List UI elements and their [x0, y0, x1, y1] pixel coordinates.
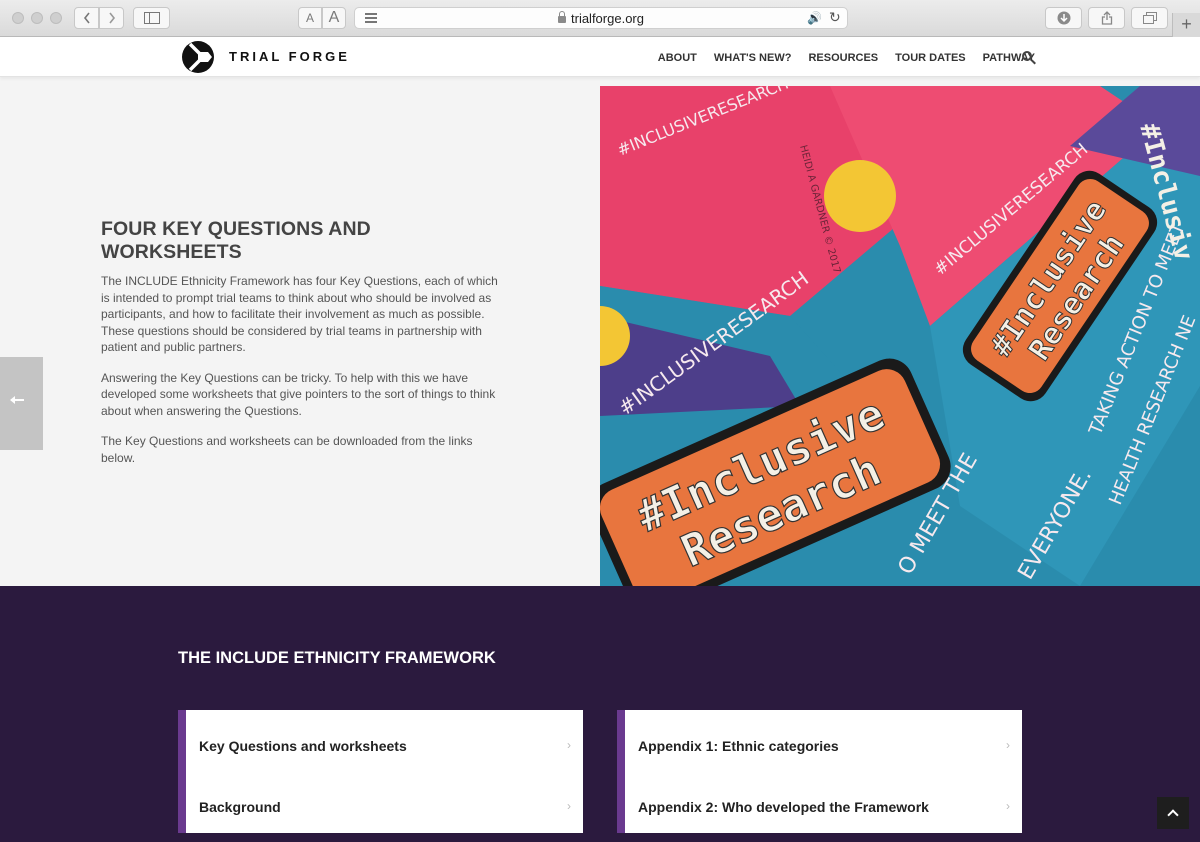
previous-post-tab[interactable]: [0, 357, 43, 450]
tabs-overview-button[interactable]: [1131, 7, 1168, 29]
new-tab-button[interactable]: +: [1172, 13, 1200, 37]
link-appendix-1[interactable]: Appendix 1: Ethnic categories ›: [625, 710, 1022, 771]
minimize-window-button[interactable]: [31, 12, 43, 24]
link-label: Appendix 1: Ethnic categories: [638, 738, 839, 754]
framework-links-card-right: Appendix 1: Ethnic categories › Appendix…: [617, 710, 1022, 833]
photo-yellow-badge: [824, 160, 896, 232]
browser-toolbar: A A trialforge.org 🔊 ↻ +: [0, 0, 1200, 37]
nav-whats-new[interactable]: WHAT'S NEW?: [714, 52, 792, 64]
chevron-right-icon: ›: [1006, 738, 1010, 752]
link-appendix-2[interactable]: Appendix 2: Who developed the Framework …: [625, 771, 1022, 833]
page-title: FOUR KEY QUESTIONS AND WORKSHEETS: [101, 218, 371, 263]
framework-title: THE INCLUDE ETHNICITY FRAMEWORK: [178, 649, 496, 667]
intro-paragraph: The INCLUDE Ethnicity Framework has four…: [101, 274, 498, 354]
sidebar-icon: [143, 12, 160, 24]
nav-tour-dates[interactable]: TOUR DATES: [895, 52, 966, 64]
nav-about[interactable]: ABOUT: [658, 52, 697, 64]
site-header: TRIAL FORGE ABOUT WHAT'S NEW? RESOURCES …: [0, 37, 1200, 77]
site-logo-text[interactable]: TRIAL FORGE: [229, 49, 350, 64]
close-window-button[interactable]: [12, 12, 24, 24]
hero-text-block: FOUR KEY QUESTIONS AND WORKSHEETS The IN…: [101, 218, 501, 480]
tabs-icon: [1142, 12, 1157, 24]
downloads-button[interactable]: [1045, 7, 1082, 29]
chevron-right-icon: [108, 12, 115, 24]
chevron-right-icon: ›: [1006, 799, 1010, 813]
trial-forge-logo-icon[interactable]: [181, 40, 217, 74]
chevron-right-icon: ›: [567, 799, 571, 813]
share-button[interactable]: [1088, 7, 1125, 29]
link-label: Key Questions and worksheets: [199, 738, 407, 754]
font-smaller-button[interactable]: A: [298, 7, 322, 29]
link-label: Appendix 2: Who developed the Framework: [638, 799, 929, 815]
chevron-right-icon: ›: [567, 738, 571, 752]
worksheets-paragraph: Answering the Key Questions can be trick…: [101, 370, 496, 418]
framework-section: THE INCLUDE ETHNICITY FRAMEWORK Key Ques…: [0, 586, 1200, 842]
main-nav: ABOUT WHAT'S NEW? RESOURCES TOUR DATES P…: [658, 52, 1035, 64]
link-background[interactable]: Background ›: [186, 771, 583, 833]
share-icon: [1101, 11, 1112, 25]
address-bar[interactable]: trialforge.org 🔊 ↻: [354, 7, 848, 29]
lock-icon: [558, 11, 566, 23]
download-icon: [1057, 11, 1070, 25]
link-label: Background: [199, 799, 281, 815]
url-text: trialforge.org: [571, 11, 644, 26]
speaker-icon[interactable]: 🔊: [807, 11, 822, 25]
hero-section: FOUR KEY QUESTIONS AND WORKSHEETS The IN…: [0, 86, 1200, 586]
reload-icon[interactable]: ↻: [829, 9, 841, 26]
framework-links-card-left: Key Questions and worksheets › Backgroun…: [178, 710, 583, 833]
scroll-to-top-button[interactable]: [1157, 797, 1189, 829]
forward-button[interactable]: [99, 7, 124, 29]
download-paragraph: The Key Questions and worksheets can be …: [101, 434, 473, 465]
link-key-questions[interactable]: Key Questions and worksheets ›: [186, 710, 583, 771]
photo-illustration: #Inclusive Research #Inclusive Research …: [600, 86, 1200, 586]
sidebar-toggle-button[interactable]: [133, 7, 170, 29]
inclusive-research-photo: #Inclusive Research #Inclusive Research …: [600, 86, 1200, 586]
search-icon[interactable]: [1022, 51, 1032, 61]
arrow-left-icon: [10, 396, 24, 404]
chevron-left-icon: [83, 12, 90, 24]
font-larger-button[interactable]: A: [322, 7, 346, 29]
nav-resources[interactable]: RESOURCES: [808, 52, 878, 64]
back-button[interactable]: [74, 7, 99, 29]
zoom-window-button[interactable]: [50, 12, 62, 24]
